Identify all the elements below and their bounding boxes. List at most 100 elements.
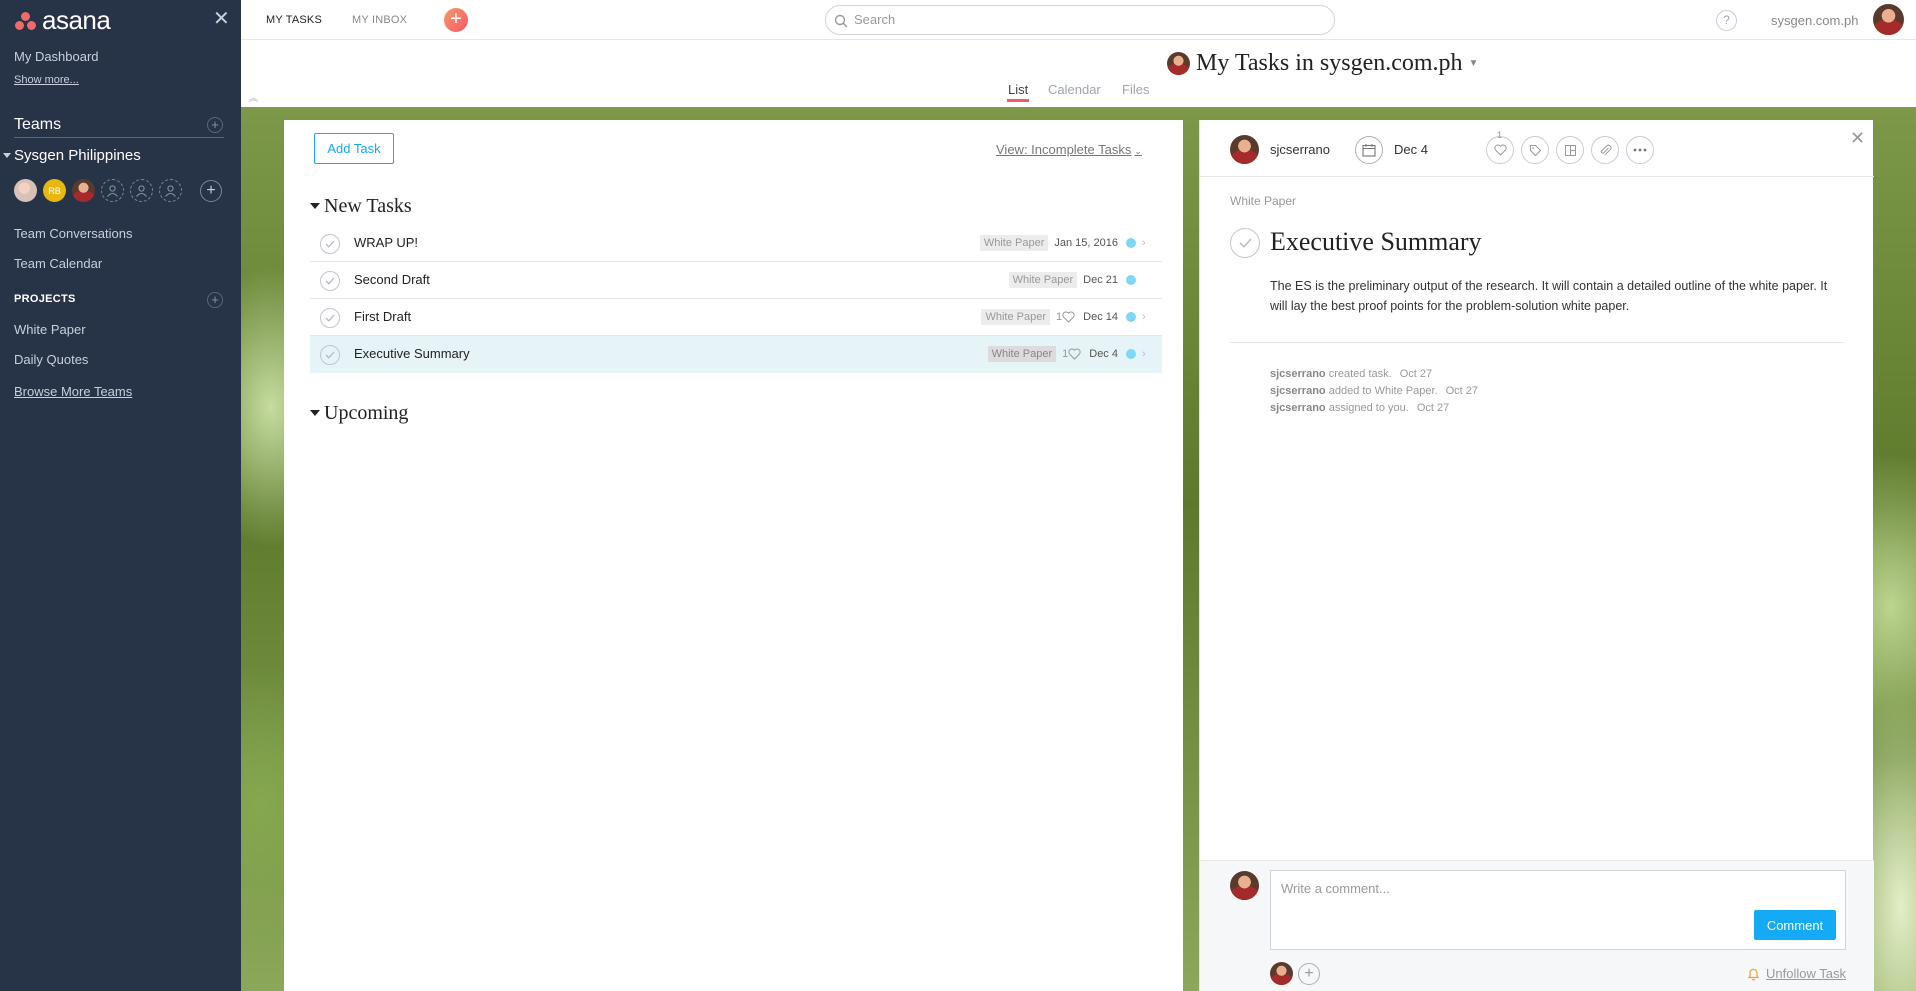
task-name[interactable]: Second Draft — [354, 272, 430, 287]
user-avatar[interactable] — [1873, 4, 1904, 35]
section-header-upcoming[interactable]: Upcoming — [310, 402, 408, 425]
add-follower-button[interactable]: + — [1298, 963, 1320, 985]
show-more-link[interactable]: Show more... — [14, 74, 79, 86]
sidebar-item-white-paper[interactable]: White Paper — [14, 322, 86, 337]
search-icon — [834, 14, 848, 28]
subtask-icon[interactable] — [1556, 136, 1584, 164]
due-dot — [1126, 238, 1136, 248]
sidebar-item-team-conversations[interactable]: Team Conversations — [14, 226, 133, 241]
sidebar-item-my-dashboard[interactable]: My Dashboard — [14, 49, 99, 64]
asana-logo[interactable]: asana — [14, 5, 111, 35]
tab-calendar[interactable]: Calendar — [1048, 82, 1101, 97]
attachment-icon[interactable] — [1591, 136, 1619, 164]
add-team-icon[interactable]: + — [207, 117, 223, 133]
tab-my-inbox[interactable]: MY INBOX — [352, 14, 407, 26]
task-name[interactable]: Executive Summary — [354, 346, 470, 361]
add-member-button[interactable]: + — [200, 180, 222, 202]
story-user[interactable]: sjcserrano — [1270, 368, 1326, 380]
due-date[interactable]: Dec 4 — [1394, 142, 1428, 157]
member-avatar[interactable]: RB — [43, 179, 66, 202]
workspace-name[interactable]: sysgen.com.ph — [1771, 13, 1858, 28]
browse-more-teams-link[interactable]: Browse More Teams — [14, 384, 132, 399]
page-title: My Tasks in sysgen.com.ph — [1196, 50, 1463, 76]
sidebar-item-daily-quotes[interactable]: Daily Quotes — [14, 352, 88, 367]
project-tag[interactable]: White Paper — [981, 309, 1051, 325]
chevron-down-icon: ▼ — [1468, 58, 1479, 69]
like-count: 1 — [1497, 130, 1503, 140]
team-name[interactable]: Sysgen Philippines — [3, 147, 141, 164]
calendar-icon[interactable] — [1355, 136, 1383, 164]
heart-icon[interactable] — [1486, 136, 1514, 164]
like-count[interactable]: 1 — [1056, 311, 1075, 323]
close-sidebar-icon[interactable]: ✕ — [213, 9, 230, 29]
add-task-button[interactable]: Add Task — [314, 133, 394, 164]
teams-heading: Teams — [14, 116, 224, 138]
unfollow-task-link[interactable]: Unfollow Task — [1747, 966, 1846, 981]
tab-files[interactable]: Files — [1122, 82, 1149, 97]
task-name[interactable]: First Draft — [354, 309, 411, 324]
story-item: sjcserrano assigned to you. Oct 27 — [1270, 402, 1449, 414]
search-input[interactable] — [854, 12, 1314, 27]
collapse-header-icon[interactable]: ︽ — [249, 91, 258, 104]
check-icon[interactable] — [320, 308, 340, 328]
check-icon[interactable] — [1230, 228, 1260, 258]
chevron-right-icon[interactable]: › — [1142, 348, 1148, 360]
check-icon[interactable] — [320, 234, 340, 254]
member-placeholder-icon[interactable] — [101, 179, 124, 202]
projects-heading: PROJECTS — [14, 293, 76, 305]
task-project-link[interactable]: White Paper — [1230, 194, 1296, 208]
view-filter-dropdown[interactable]: View: Incomplete Tasks ⌄ — [996, 142, 1142, 157]
tab-my-tasks[interactable]: MY TASKS — [266, 14, 322, 26]
comment-box[interactable]: Comment — [1270, 870, 1846, 950]
task-row[interactable]: Second Draft White Paper Dec 21 — [310, 262, 1162, 299]
story-user[interactable]: sjcserrano — [1270, 402, 1326, 414]
quick-add-button[interactable]: + — [444, 8, 468, 32]
tag-icon[interactable] — [1521, 136, 1549, 164]
assignee-name[interactable]: sjcserrano — [1270, 142, 1330, 157]
project-tag[interactable]: White Paper — [1008, 272, 1078, 288]
story-user[interactable]: sjcserrano — [1270, 385, 1326, 397]
story-time: Oct 27 — [1416, 402, 1450, 414]
view-filter-label: View: Incomplete Tasks — [996, 142, 1132, 157]
add-project-icon[interactable]: + — [207, 292, 223, 308]
help-button[interactable]: ? — [1716, 10, 1737, 31]
check-icon[interactable] — [320, 271, 340, 291]
task-row[interactable]: Executive Summary White Paper 1 Dec 4 › — [310, 336, 1162, 373]
heart-icon — [1062, 311, 1075, 323]
task-title[interactable]: Executive Summary — [1270, 227, 1482, 257]
check-icon[interactable] — [320, 345, 340, 365]
task-name[interactable]: WRAP UP! — [354, 235, 418, 250]
comment-button[interactable]: Comment — [1754, 910, 1836, 940]
task-description[interactable]: The ES is the preliminary output of the … — [1270, 276, 1840, 316]
like-count[interactable]: 1 — [1062, 348, 1081, 360]
due-dot — [1126, 275, 1136, 285]
member-placeholder-icon[interactable] — [159, 179, 182, 202]
sidebar: asana ✕ My Dashboard Show more... Teams … — [0, 0, 241, 991]
logo-text: asana — [42, 5, 111, 35]
chevron-right-icon[interactable]: › — [1142, 311, 1148, 323]
project-tag[interactable]: White Paper — [979, 235, 1049, 251]
member-avatar[interactable] — [72, 179, 95, 202]
member-placeholder-icon[interactable] — [130, 179, 153, 202]
assignee-avatar[interactable] — [1230, 135, 1259, 164]
task-row[interactable]: WRAP UP! White Paper Jan 15, 2016 › — [310, 225, 1162, 262]
title-avatar — [1167, 52, 1190, 75]
comment-input[interactable] — [1281, 881, 1731, 911]
sidebar-item-team-calendar[interactable]: Team Calendar — [14, 256, 102, 271]
tab-list[interactable]: List — [1006, 82, 1030, 102]
team-members: RB — [14, 179, 188, 202]
close-icon[interactable]: ✕ — [1850, 128, 1865, 149]
task-meta: White Paper Dec 21 — [1008, 271, 1148, 289]
member-avatar[interactable] — [14, 179, 37, 202]
chevron-right-icon[interactable]: › — [1142, 237, 1148, 249]
search-bar[interactable] — [825, 5, 1335, 35]
page-title-group[interactable]: My Tasks in sysgen.com.ph ▼ — [1167, 50, 1478, 77]
task-detail-panel: sjcserrano Dec 4 1 ✕ White Paper Executi… — [1199, 120, 1874, 991]
story-time: Oct 27 — [1445, 385, 1478, 397]
more-icon[interactable] — [1626, 136, 1654, 164]
follower-avatar[interactable] — [1270, 962, 1293, 985]
section-header-new-tasks[interactable]: New Tasks — [310, 195, 412, 218]
task-row[interactable]: First Draft White Paper 1 Dec 14 › — [310, 299, 1162, 336]
task-list: WRAP UP! White Paper Jan 15, 2016 › Seco… — [310, 225, 1162, 373]
project-tag[interactable]: White Paper — [987, 346, 1057, 362]
